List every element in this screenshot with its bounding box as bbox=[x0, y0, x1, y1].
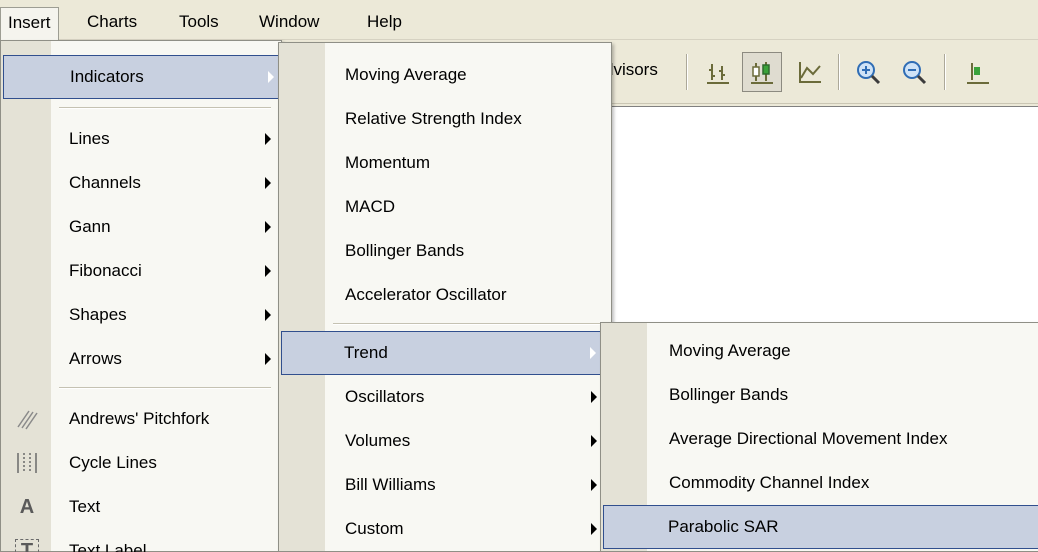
menu-item-average-directional-movement-index[interactable]: Average Directional Movement Index bbox=[603, 417, 1036, 461]
menu-item-trend-bollinger-bands[interactable]: Bollinger Bands bbox=[603, 373, 1036, 417]
menu-item-relative-strength-index[interactable]: Relative Strength Index bbox=[281, 97, 609, 141]
menu-item-text[interactable]: A Text bbox=[3, 485, 279, 529]
menu-item-label: Text bbox=[69, 497, 101, 516]
menu-item-cycle-lines[interactable]: Cycle Lines bbox=[3, 441, 279, 485]
menu-item-label: Channels bbox=[69, 173, 141, 192]
menu-item-label: Trend bbox=[344, 343, 388, 362]
menu-item-label: Lines bbox=[69, 129, 110, 148]
zoom-in-icon[interactable] bbox=[848, 52, 888, 92]
menu-item-channels[interactable]: Channels bbox=[3, 161, 279, 205]
submenu-arrow-icon bbox=[590, 347, 596, 359]
menu-item-lines[interactable]: Lines bbox=[3, 117, 279, 161]
text-icon: A bbox=[19, 495, 35, 518]
expert-advisors-button-label[interactable]: dvisors bbox=[604, 60, 658, 80]
menu-item-label: Cycle Lines bbox=[69, 453, 157, 472]
app-window: Insert Charts Tools Window Help dvisors bbox=[0, 0, 1038, 552]
submenu-arrow-icon bbox=[591, 391, 597, 403]
submenu-arrow-icon bbox=[265, 309, 271, 321]
menu-help[interactable]: Help bbox=[360, 7, 409, 37]
submenu-arrow-icon bbox=[265, 177, 271, 189]
menu-item-bill-williams[interactable]: Bill Williams bbox=[281, 463, 609, 507]
menu-insert[interactable]: Insert bbox=[0, 7, 59, 40]
menu-item-label: Arrows bbox=[69, 349, 122, 368]
text-label-icon: T bbox=[15, 539, 39, 552]
menu-item-label: Momentum bbox=[345, 153, 431, 172]
menu-item-label: Relative Strength Index bbox=[345, 109, 522, 128]
menu-item-label: Moving Average bbox=[669, 341, 791, 360]
toolbar-separator bbox=[944, 54, 946, 90]
menu-item-label: Bill Williams bbox=[345, 475, 436, 494]
menu-item-label: Fibonacci bbox=[69, 261, 142, 280]
menu-item-label: Volumes bbox=[345, 431, 411, 450]
menu-item-trend[interactable]: Trend bbox=[281, 331, 609, 375]
menu-charts[interactable]: Charts bbox=[80, 7, 144, 37]
menu-item-fibonacci[interactable]: Fibonacci bbox=[3, 249, 279, 293]
menu-item-accelerator-oscillator[interactable]: Accelerator Oscillator bbox=[281, 273, 609, 317]
toolbar-separator bbox=[686, 54, 688, 90]
menu-item-label: Commodity Channel Index bbox=[669, 473, 870, 492]
menu-item-label: Text Label bbox=[69, 541, 147, 552]
submenu-arrow-icon bbox=[591, 435, 597, 447]
menu-item-custom[interactable]: Custom bbox=[281, 507, 609, 551]
menu-item-bollinger-bands[interactable]: Bollinger Bands bbox=[281, 229, 609, 273]
menu-item-label: Oscillators bbox=[345, 387, 425, 406]
menu-separator bbox=[59, 387, 271, 389]
pitchfork-icon bbox=[11, 403, 43, 435]
submenu-arrow-icon bbox=[265, 221, 271, 233]
menu-item-macd[interactable]: MACD bbox=[281, 185, 609, 229]
menu-item-label: Shapes bbox=[69, 305, 127, 324]
menu-item-label: Indicators bbox=[70, 67, 144, 86]
menu-item-label: Custom bbox=[345, 519, 404, 538]
insert-menu: Indicators Lines Channels Gann Fibonacci… bbox=[0, 40, 285, 552]
menu-item-oscillators[interactable]: Oscillators bbox=[281, 375, 609, 419]
menu-item-volumes[interactable]: Volumes bbox=[281, 419, 609, 463]
toolbar-separator bbox=[838, 54, 840, 90]
menu-item-andrews-pitchfork[interactable]: Andrews' Pitchfork bbox=[3, 397, 279, 441]
menu-separator bbox=[333, 323, 603, 325]
menu-item-text-label[interactable]: T Text Label bbox=[3, 529, 279, 552]
menu-item-parabolic-sar[interactable]: Parabolic SAR bbox=[603, 505, 1038, 549]
menu-item-label: Andrews' Pitchfork bbox=[69, 409, 210, 428]
menu-tools[interactable]: Tools bbox=[172, 7, 226, 37]
submenu-arrow-icon bbox=[268, 71, 274, 83]
candlestick-chart-icon[interactable] bbox=[742, 52, 782, 92]
menu-item-trend-moving-average[interactable]: Moving Average bbox=[603, 329, 1036, 373]
menu-item-label: Average Directional Movement Index bbox=[669, 429, 948, 448]
line-chart-icon[interactable] bbox=[790, 52, 830, 92]
menu-item-label: Accelerator Oscillator bbox=[345, 285, 507, 304]
submenu-arrow-icon bbox=[591, 523, 597, 535]
menu-item-label: Bollinger Bands bbox=[345, 241, 465, 260]
submenu-arrow-icon bbox=[265, 133, 271, 145]
menu-item-indicators[interactable]: Indicators bbox=[3, 55, 285, 99]
submenu-arrow-icon bbox=[265, 265, 271, 277]
menu-item-commodity-channel-index[interactable]: Commodity Channel Index bbox=[603, 461, 1036, 505]
menu-window[interactable]: Window bbox=[252, 7, 326, 37]
menu-item-label: Moving Average bbox=[345, 65, 467, 84]
bar-chart-icon[interactable] bbox=[698, 52, 738, 92]
menu-separator bbox=[59, 107, 271, 109]
menu-item-label: MACD bbox=[345, 197, 396, 216]
menu-item-label: Bollinger Bands bbox=[669, 385, 789, 404]
cycle-lines-icon bbox=[11, 447, 43, 479]
menu-item-label: Gann bbox=[69, 217, 111, 236]
menu-item-moving-average[interactable]: Moving Average bbox=[281, 53, 609, 97]
menu-bar: Insert Charts Tools Window Help bbox=[0, 0, 1038, 40]
trend-menu: Moving Average Bollinger Bands Average D… bbox=[600, 322, 1038, 552]
menu-item-shapes[interactable]: Shapes bbox=[3, 293, 279, 337]
menu-item-label: Parabolic SAR bbox=[668, 517, 779, 536]
menu-item-gann[interactable]: Gann bbox=[3, 205, 279, 249]
indicators-menu: Moving Average Relative Strength Index M… bbox=[278, 42, 612, 552]
submenu-arrow-icon bbox=[265, 353, 271, 365]
submenu-arrow-icon bbox=[591, 479, 597, 491]
menu-item-arrows[interactable]: Arrows bbox=[3, 337, 279, 381]
zoom-out-icon[interactable] bbox=[894, 52, 934, 92]
menu-item-momentum[interactable]: Momentum bbox=[281, 141, 609, 185]
tile-icon[interactable] bbox=[958, 52, 998, 92]
